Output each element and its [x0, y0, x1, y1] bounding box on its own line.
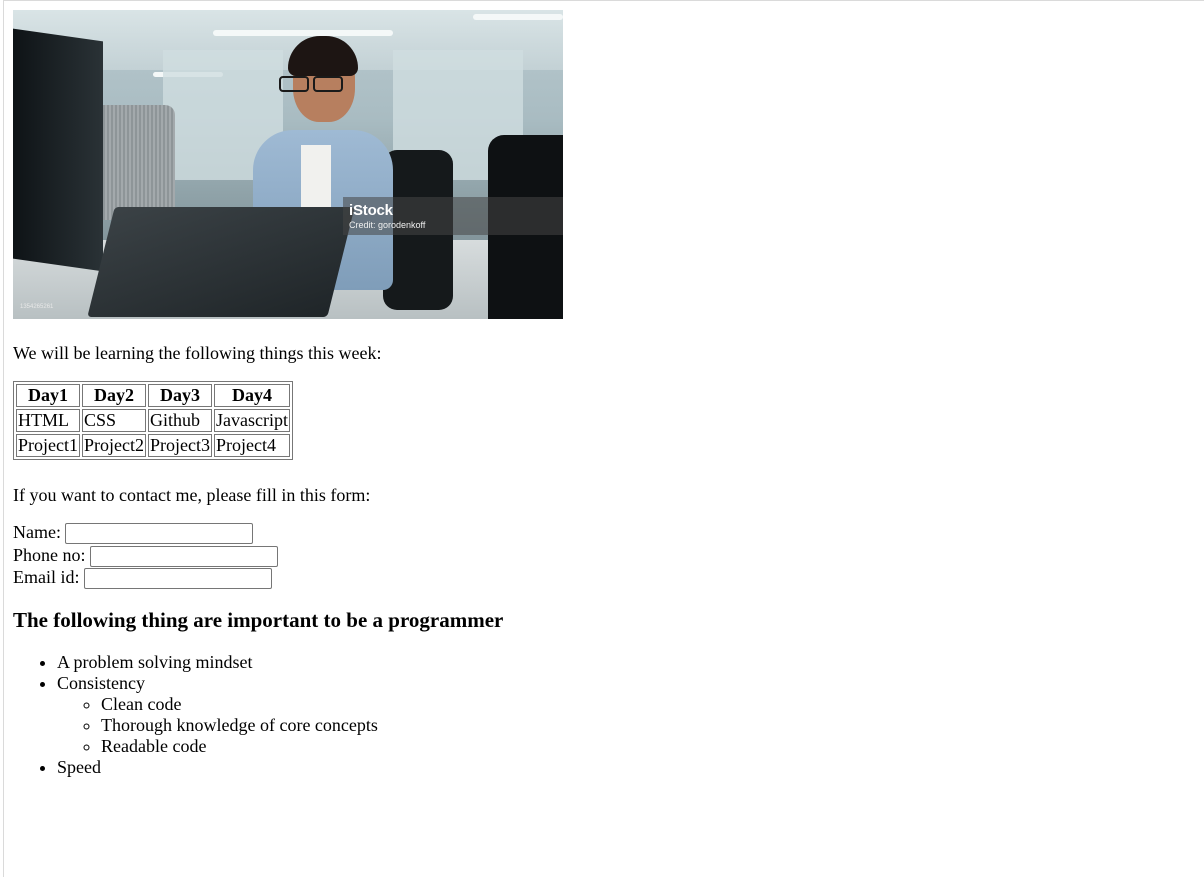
topics-list: A problem solving mindset Consistency Cl…	[13, 652, 378, 778]
phone-row: Phone no:	[13, 544, 279, 567]
email-input[interactable]	[84, 568, 272, 590]
table-cell: Javascript	[214, 409, 290, 432]
sub-list-item: Thorough knowledge of core concepts	[101, 715, 378, 736]
office-photo: iStock Credit: gorodenkoff 1354265261	[13, 10, 563, 319]
photo-ceiling-light	[213, 30, 393, 36]
table-row: HTML CSS Github Javascript	[16, 409, 290, 432]
table-cell: HTML	[16, 409, 80, 432]
list-item: Consistency Clean code Thorough knowledg…	[57, 673, 378, 757]
photo-person-glasses	[279, 76, 349, 92]
table-cell: Project2	[82, 434, 146, 457]
table-header-row: Day1 Day2 Day3 Day4	[16, 384, 290, 407]
table-cell: Project1	[16, 434, 80, 457]
table-row: Project1 Project2 Project3 Project4	[16, 434, 290, 457]
sub-list-item: Readable code	[101, 736, 378, 757]
photo-monitor	[13, 28, 103, 272]
contact-form: Name: Phone no: Email id:	[13, 521, 279, 590]
email-row: Email id:	[13, 566, 278, 590]
intro-text: We will be learning the following things…	[13, 343, 382, 363]
watermark-brand: iStock	[349, 202, 393, 219]
photo-laptop	[87, 207, 355, 317]
table-cell: CSS	[82, 409, 146, 432]
contact-text: If you want to contact me, please fill i…	[13, 485, 371, 505]
table-header-cell: Day4	[214, 384, 290, 407]
name-input[interactable]	[65, 523, 254, 545]
list-item: Speed	[57, 757, 378, 778]
image-id-label: 1354265261	[20, 304, 54, 310]
table-cell: Github	[148, 409, 212, 432]
email-label: Email id:	[13, 567, 80, 587]
list-item: A problem solving mindset	[57, 652, 378, 673]
table-header-cell: Day2	[82, 384, 146, 407]
page-content: iStock Credit: gorodenkoff 1354265261 We…	[13, 10, 563, 777]
table-header-cell: Day3	[148, 384, 212, 407]
watermark-credit: Credit: gorodenkoff	[349, 220, 426, 230]
schedule-table: Day1 Day2 Day3 Day4 HTML CSS Github Java…	[13, 381, 293, 460]
photo-person-shirt	[301, 145, 331, 215]
name-row: Name:	[13, 521, 278, 545]
photo-ceiling-light	[473, 14, 563, 20]
name-label: Name:	[13, 522, 61, 542]
table-header-cell: Day1	[16, 384, 80, 407]
phone-label: Phone no:	[13, 544, 86, 565]
sub-list-item: Clean code	[101, 694, 378, 715]
sub-topics-list: Clean code Thorough knowledge of core co…	[57, 694, 378, 757]
table-cell: Project3	[148, 434, 212, 457]
table-cell: Project4	[214, 434, 290, 457]
list-item-label: Consistency	[57, 673, 145, 693]
phone-input[interactable]	[90, 545, 279, 567]
section-heading: The following thing are important to be …	[13, 608, 504, 632]
